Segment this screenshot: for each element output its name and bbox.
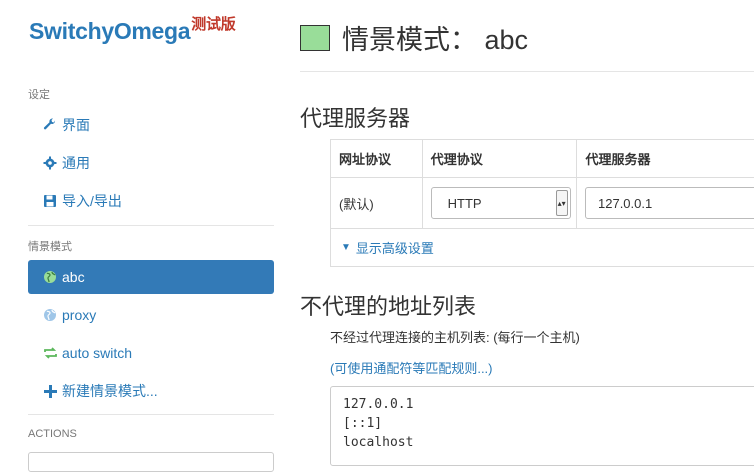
sidebar: SwitchyOmega测试版 设定 界面 通用 导入/导出 情景模式 abc … — [0, 0, 290, 472]
nav-label: proxy — [62, 307, 97, 323]
page-header: 情景模式： abc — [300, 18, 528, 57]
logo-text: SwitchyOmega — [29, 18, 191, 44]
nav-label: 新建情景模式... — [62, 383, 158, 399]
table-header-row: 网址协议 代理协议 代理服务器 — [331, 140, 754, 178]
protocol-cell: HTTP ▴▾ — [423, 178, 577, 228]
divider — [28, 225, 274, 226]
beta-badge: 测试版 — [191, 16, 236, 33]
scheme-cell: (默认) — [331, 178, 423, 228]
nav-label: 导入/导出 — [62, 193, 122, 209]
divider — [300, 71, 754, 72]
actions-button[interactable] — [28, 452, 274, 472]
actions-header: ACTIONS — [28, 428, 77, 440]
bypass-description: 不经过代理连接的主机列表: (每行一个主机) — [330, 330, 580, 345]
bypass-list-textarea[interactable]: 127.0.0.1 [::1] localhost — [330, 386, 754, 466]
proxy-section-title: 代理服务器 — [300, 106, 411, 131]
wildcard-rules-link[interactable]: (可使用通配符等匹配规则...) — [330, 358, 493, 377]
wrench-icon — [42, 117, 58, 133]
profile-color-swatch[interactable] — [300, 24, 330, 51]
globe-icon — [42, 269, 58, 285]
protocol-select[interactable]: HTTP ▴▾ — [430, 187, 571, 219]
globe-icon — [42, 307, 58, 323]
server-input[interactable]: 127.0.0.1 — [585, 187, 754, 219]
divider — [28, 414, 274, 415]
nav-item-interface[interactable]: 界面 — [28, 108, 274, 142]
settings-header: 设定 — [28, 89, 50, 101]
column-header: 网址协议 — [331, 140, 423, 177]
protocol-value: HTTP — [447, 195, 482, 211]
bypass-line: localhost — [343, 435, 414, 450]
chevron-down-icon: ▼ — [341, 242, 351, 253]
table-row: (默认) HTTP ▴▾ 127.0.0.1 — [331, 178, 754, 229]
new-profile-item[interactable]: 新建情景模式... — [28, 374, 274, 408]
profile-item-auto-switch[interactable]: auto switch — [28, 336, 274, 370]
proxy-servers-table: 网址协议 代理协议 代理服务器 (默认) HTTP ▴▾ 127.0.0.1 ▼… — [330, 139, 754, 267]
gear-icon — [42, 155, 58, 171]
advanced-label: 显示高级设置 — [355, 241, 434, 256]
page-title: 情景模式： abc — [342, 25, 529, 55]
nav-item-import-export[interactable]: 导入/导出 — [28, 184, 274, 218]
nav-item-general[interactable]: 通用 — [28, 146, 274, 180]
profile-item-abc[interactable]: abc — [28, 260, 274, 294]
nav-label: abc — [62, 269, 85, 285]
profiles-header: 情景模式 — [28, 241, 72, 253]
main-panel: 情景模式： abc 代理服务器 网址协议 代理协议 代理服务器 (默认) HTT… — [300, 0, 754, 466]
nav-label: 界面 — [62, 117, 90, 133]
plus-icon — [42, 383, 58, 399]
column-header: 代理服务器 — [585, 152, 651, 167]
show-advanced-toggle[interactable]: ▼ 显示高级设置 — [331, 229, 754, 266]
app-logo: SwitchyOmega测试版 — [29, 16, 236, 45]
select-arrow-icon: ▴▾ — [555, 190, 568, 216]
floppy-icon — [42, 193, 58, 209]
server-cell: 127.0.0.1 — [577, 178, 754, 228]
nav-label: 通用 — [62, 155, 90, 171]
nav-label: auto switch — [62, 345, 133, 361]
profile-item-proxy[interactable]: proxy — [28, 298, 274, 332]
bypass-line: 127.0.0.1 — [343, 397, 414, 412]
switch-icon — [42, 345, 58, 361]
bypass-line: [::1] — [343, 416, 383, 431]
column-header: 代理协议 — [423, 140, 578, 177]
bypass-section-title: 不代理的地址列表 — [300, 294, 477, 319]
